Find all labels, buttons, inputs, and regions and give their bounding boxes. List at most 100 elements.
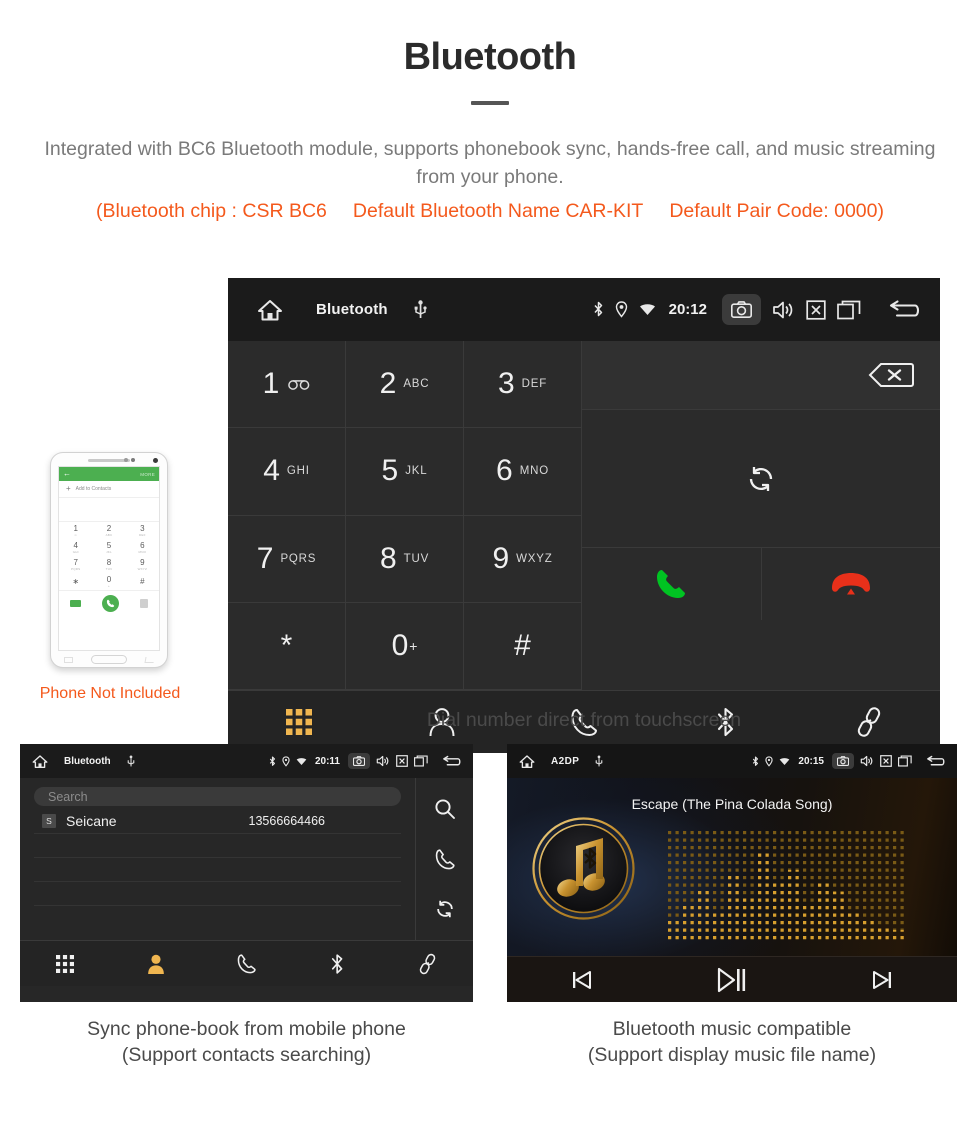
- key-6-letters: MNO: [519, 465, 549, 478]
- phone-body: ← MORE + Add to Contacts 1 ∞ 2 ABC 3 DEF 4G…: [50, 452, 168, 668]
- plus-icon: +: [66, 484, 71, 493]
- nav-call-history[interactable]: [201, 941, 292, 986]
- recent-apps-icon[interactable]: [898, 755, 912, 767]
- home-icon[interactable]: [32, 754, 48, 769]
- camera-icon[interactable]: [348, 753, 370, 769]
- phone-more-label: MORE: [140, 471, 155, 477]
- contacts-list: Search S Seicane 13566664466: [20, 778, 416, 940]
- phone-keypad: 1 ∞ 2 ABC 3 DEF 4 GHI 5 JKL 6 MNO 7 PQRS 8 TUV 9…: [59, 522, 159, 590]
- close-box-icon[interactable]: [806, 299, 826, 320]
- backspace-icon: [868, 362, 914, 388]
- key-4[interactable]: 4 GHI: [228, 428, 346, 516]
- home-icon[interactable]: [250, 298, 290, 322]
- phone-key: 1 ∞: [73, 523, 78, 537]
- dialer-statusbar: Bluetooth 20:12: [228, 278, 940, 341]
- key-9[interactable]: 9 WXYZ: [464, 515, 582, 603]
- hangup-button[interactable]: [762, 548, 941, 620]
- wifi-icon: [296, 757, 307, 766]
- phone-action-row: [59, 590, 159, 615]
- key-8[interactable]: 8 TUV: [346, 515, 464, 603]
- recent-apps-icon[interactable]: [414, 755, 428, 767]
- play-pause-icon: [716, 966, 748, 994]
- phone-back-arrow-icon: ←: [63, 469, 71, 478]
- location-icon: [615, 301, 628, 318]
- status-time: 20:15: [798, 755, 824, 767]
- phone-key: 2 ABC: [105, 523, 113, 537]
- key-2[interactable]: 2 ABC: [346, 341, 464, 429]
- key-0-plus: +: [409, 637, 418, 654]
- phone-key: 0 +: [106, 574, 112, 588]
- phone-key: 7 PQRS: [71, 557, 81, 571]
- phone-key: 4 GHI: [72, 540, 79, 554]
- volume-icon[interactable]: [376, 755, 390, 767]
- close-box-icon[interactable]: [396, 755, 408, 767]
- nav-bluetooth[interactable]: [292, 941, 383, 986]
- sync-icon[interactable]: [434, 898, 456, 920]
- phone-key: 9 WXYZ: [137, 557, 148, 571]
- key-6[interactable]: 6 MNO: [464, 428, 582, 516]
- dialpad-grid: 1 2 ABC 3 DEF 4 GHI 5 JKL 6 MNO 7 PQRS 8 TUV 9W…: [228, 341, 582, 690]
- sync-contacts-button[interactable]: [582, 410, 940, 548]
- back-icon[interactable]: [888, 299, 920, 321]
- key-hash[interactable]: #: [464, 602, 582, 690]
- key-4-num: 4: [263, 454, 280, 488]
- usb-icon: [127, 755, 135, 768]
- backspace-button[interactable]: [582, 341, 940, 410]
- nav-contacts[interactable]: [111, 941, 202, 986]
- voicemail-icon: [288, 379, 310, 390]
- phonebook-screenshot: Bluetooth 20:11 Search S Seicane 1356666…: [20, 744, 473, 1002]
- back-icon[interactable]: [442, 755, 461, 768]
- key-6-num: 6: [496, 454, 513, 488]
- nav-link-pair[interactable]: [382, 941, 473, 986]
- search-icon[interactable]: [434, 798, 456, 820]
- contact-number: 13566664466: [248, 814, 325, 828]
- volume-icon[interactable]: [772, 300, 795, 320]
- status-time: 20:11: [314, 755, 340, 767]
- location-icon: [282, 755, 290, 767]
- key-3[interactable]: 3 DEF: [464, 341, 582, 429]
- spec-line: (Bluetooth chip : CSR BC6 Default Bluetoo…: [0, 200, 980, 223]
- key-7-letters: PQRS: [280, 552, 317, 565]
- key-star-num: *: [280, 628, 293, 662]
- back-icon[interactable]: [926, 755, 945, 768]
- play-pause-button[interactable]: [657, 966, 807, 994]
- caption-phonebook-line1: Sync phone-book from mobile phone: [87, 1018, 406, 1040]
- recent-apps-icon[interactable]: [837, 300, 861, 320]
- phone-not-included-note: Phone Not Included: [39, 685, 181, 702]
- camera-icon[interactable]: [722, 294, 761, 325]
- caption-phonebook-line2: (Support contacts searching): [121, 1044, 372, 1067]
- next-track-button[interactable]: [807, 968, 957, 992]
- nav-keypad[interactable]: [20, 941, 111, 986]
- phone-mockup: ← MORE + Add to Contacts 1 ∞ 2 ABC 3 DEF 4G…: [40, 452, 180, 703]
- key-3-num: 3: [497, 367, 515, 401]
- camera-icon[interactable]: [832, 753, 854, 769]
- volume-icon[interactable]: [860, 755, 874, 767]
- search-input[interactable]: Search: [34, 787, 401, 806]
- key-star[interactable]: *: [228, 602, 346, 690]
- key-4-letters: GHI: [286, 465, 310, 478]
- key-1[interactable]: 1: [228, 341, 346, 429]
- key-5[interactable]: 5 JKL: [346, 428, 464, 516]
- dialer-screenshot: Bluetooth 20:12 1 2 ABC 3 DEF 4 GHI 5 JK…: [228, 278, 941, 753]
- key-9-num: 9: [492, 541, 510, 575]
- sync-icon: [745, 463, 777, 495]
- contact-row[interactable]: S Seicane 13566664466: [34, 809, 401, 834]
- phone-back-key: [144, 657, 155, 663]
- wifi-icon: [639, 303, 656, 316]
- bluetooth-icon: [330, 953, 345, 975]
- call-icon[interactable]: [434, 848, 456, 870]
- phone-sensor-dot: [124, 458, 128, 462]
- close-box-icon[interactable]: [880, 755, 892, 767]
- call-button[interactable]: [582, 548, 762, 620]
- previous-track-button[interactable]: [507, 968, 657, 992]
- phone-sensor-dot-2: [131, 458, 135, 462]
- key-7[interactable]: 7 PQRS: [228, 515, 346, 603]
- phonebook-bottom-nav: [20, 940, 473, 986]
- key-0[interactable]: 0 +: [346, 602, 464, 690]
- caption-phonebook: Sync phone-book from mobile phone (Suppo…: [20, 1016, 473, 1069]
- home-icon[interactable]: [519, 754, 535, 769]
- phone-key: 5 JKL: [106, 540, 112, 554]
- key-7-num: 7: [256, 541, 274, 575]
- call-icon: [653, 566, 689, 602]
- bluetooth-icon: [593, 301, 604, 318]
